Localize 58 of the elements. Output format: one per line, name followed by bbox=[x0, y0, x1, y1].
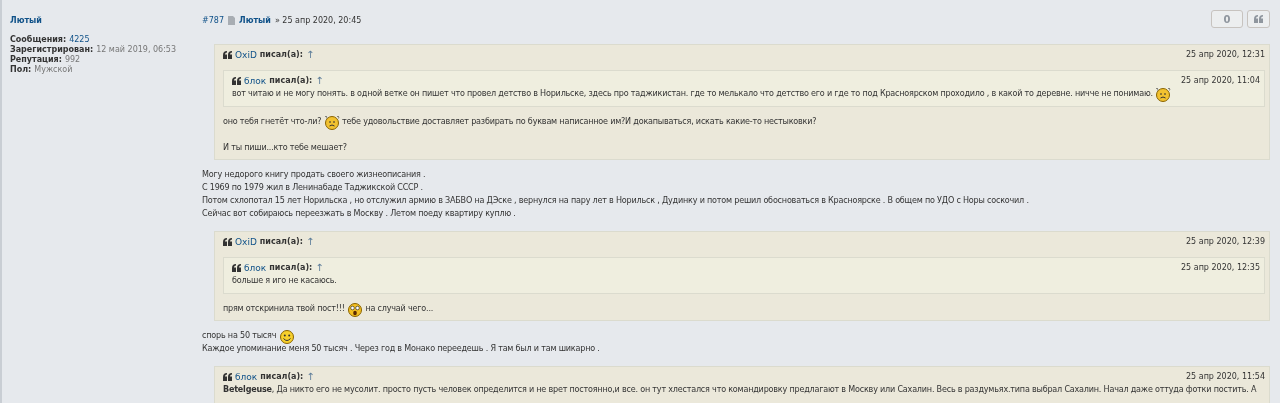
document-icon bbox=[228, 16, 235, 25]
post-text: оно тебя гнетёт что-ли? bbox=[223, 116, 323, 128]
post-text: больше я иго не касаюсь. bbox=[232, 275, 337, 287]
quote-date: 25 апр 2020, 11:04 bbox=[1181, 76, 1260, 85]
quote-label: писал(а): bbox=[259, 237, 303, 246]
stat-label: Зарегистрирован: bbox=[10, 45, 94, 54]
post-text: С 1969 по 1979 жил в Ленинабаде Таджикской СССР . bbox=[202, 182, 423, 194]
post-text: Сейчас вот собираюсь переезжать в Москву . Летом поеду квартиру куплю . bbox=[202, 208, 516, 220]
jump-to-post-link[interactable]: ↑ bbox=[305, 236, 315, 247]
post-text: Могу недорого книгу продать своего жизнеописания . bbox=[202, 169, 426, 181]
quote-author-link[interactable]: OxiD bbox=[235, 236, 257, 247]
quote-author-link[interactable]: блок bbox=[235, 371, 258, 382]
post-text: вот читаю и не могу понять. в одной ветке он пишет что провел детство в Норильске, здесь про таджикистан. где то мелькало что детство его и где то под Красноярском проходило , в какой то деревне. ничче не понимаю. bbox=[232, 88, 1154, 100]
stat-value: Мужской bbox=[34, 65, 73, 74]
post-text: на случай чего... bbox=[364, 303, 434, 315]
quote-date: 25 апр 2020, 11:54 bbox=[1186, 372, 1265, 381]
quote-icon bbox=[223, 237, 232, 246]
jump-to-post-link[interactable]: ↑ bbox=[315, 262, 324, 273]
smiley-icon bbox=[1155, 85, 1172, 102]
quote-button[interactable] bbox=[1247, 10, 1270, 28]
quote-icon bbox=[1254, 15, 1263, 23]
quote-icon bbox=[223, 50, 232, 59]
quote-label: писал(а): bbox=[260, 372, 304, 381]
quote-label: писал(а): bbox=[269, 263, 313, 272]
quote-label: писал(а): bbox=[259, 50, 303, 59]
quote-label: писал(а): bbox=[269, 76, 313, 85]
post-number-link[interactable]: #787 bbox=[202, 16, 224, 25]
stat-value: 12 май 2019, 06:53 bbox=[96, 45, 177, 54]
stat-label: Репутация: bbox=[10, 55, 62, 64]
post-text: И ты пиши...кто тебе мешает? bbox=[223, 142, 347, 154]
smiley-icon bbox=[323, 113, 340, 130]
post-author-link[interactable]: Лютый bbox=[239, 16, 271, 25]
post-text: прям отскринила твой пост!!! bbox=[223, 303, 346, 315]
jump-to-post-link[interactable]: ↑ bbox=[305, 49, 315, 60]
quote-date: 25 апр 2020, 12:35 bbox=[1181, 263, 1260, 272]
smiley-icon bbox=[347, 300, 364, 317]
stat-value-link[interactable]: 4225 bbox=[69, 35, 90, 44]
post-text: спорь на 50 тысяч bbox=[202, 330, 278, 342]
author-name-link[interactable]: Лютый bbox=[10, 16, 42, 25]
quote-date: 25 апр 2020, 12:39 bbox=[1186, 237, 1265, 246]
smiley-icon bbox=[278, 327, 295, 344]
post-text: Каждое упоминание меня 50 тысяч . Через год в Монако переедешь . Я там был и там шикарно . bbox=[202, 343, 600, 355]
stat-label: Сообщения: bbox=[10, 35, 67, 44]
jump-to-post-link[interactable]: ↑ bbox=[315, 75, 324, 86]
post-date: » 25 апр 2020, 20:45 bbox=[274, 16, 362, 25]
quote-author-link[interactable]: блок bbox=[244, 262, 267, 273]
quote-author-link[interactable]: блок bbox=[244, 75, 267, 86]
stat-value: 992 bbox=[64, 55, 81, 64]
post-text: Betelgeuse, Да никто его не мусолит. просто пусть человек определится и не врет постоянно,и все. он тут хлестался что командировку предлагают в Москву или Сахалин. Весь в раздумьях.типа выбрал Сахалин. Начал даже оттуда фотки постить. А bbox=[223, 384, 1257, 396]
quote-icon bbox=[232, 76, 241, 85]
jump-to-post-link[interactable]: ↑ bbox=[306, 371, 315, 382]
quote-icon bbox=[223, 372, 232, 381]
post-text: Потом схлопотал 15 лет Норильска , но отслужил армию в ЗАБВО на ДЭске , вернулся на пару лет в Норильск , Дудинку и потом решил обосноваться в Красноярске . В общем по УДО с Норы соскочил . bbox=[202, 195, 1029, 207]
stat-label: Пол: bbox=[10, 65, 32, 74]
quote-author-link[interactable]: OxiD bbox=[235, 49, 257, 60]
quote-icon bbox=[232, 263, 241, 272]
post-text: тебе удовольствие доставляет разбирать по буквам написанное им?И докапываться, искать какие-то нестыковки? bbox=[341, 116, 817, 128]
quote-date: 25 апр 2020, 12:31 bbox=[1186, 50, 1265, 59]
